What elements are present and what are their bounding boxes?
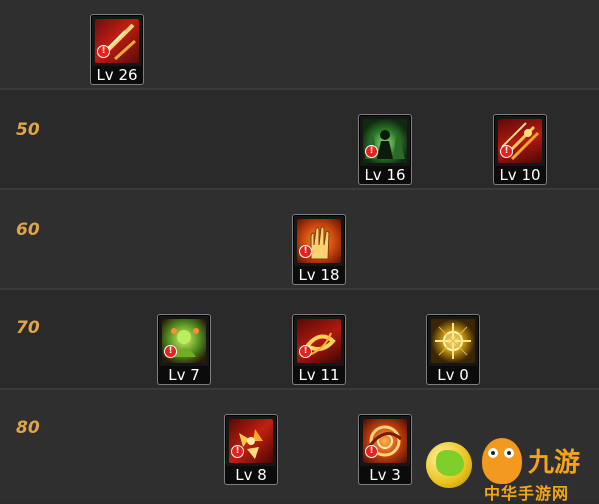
skill-frame: ! (292, 214, 346, 268)
skill-frame: ! (157, 314, 211, 368)
skill-level: Lv 18 (292, 266, 346, 285)
warning-icon: ! (97, 45, 110, 58)
light-burst-icon (431, 319, 475, 363)
warning-icon: ! (299, 345, 312, 358)
tier-level-label: 70 (16, 318, 40, 338)
watermark-leaf-icon (436, 450, 464, 476)
skill-level: Lv 3 (358, 466, 412, 485)
skill-slot[interactable]: ! Lv 18 (292, 214, 346, 286)
skill-level: Lv 10 (493, 166, 547, 185)
skill-level: Lv 16 (358, 166, 412, 185)
skill-slot[interactable]: ! Lv 11 (292, 314, 346, 386)
tier-level-label: 80 (16, 418, 40, 438)
skill-frame: ! (358, 414, 412, 468)
skill-level: Lv 26 (90, 66, 144, 85)
skill-frame (426, 314, 480, 368)
warning-icon: ! (299, 245, 312, 258)
skill-level: Lv 11 (292, 366, 346, 385)
skill-slot[interactable]: ! Lv 26 (90, 14, 144, 86)
skill-level: Lv 8 (224, 466, 278, 485)
watermark-title: 九游 (528, 448, 581, 478)
warning-icon: ! (500, 145, 513, 158)
tier-level-label: 50 (16, 120, 40, 140)
skill-slot[interactable]: ! Lv 16 (358, 114, 412, 186)
skill-frame: ! (292, 314, 346, 368)
skill-frame: ! (90, 14, 144, 68)
skill-slot[interactable]: ! Lv 7 (157, 314, 211, 386)
skill-frame: ! (493, 114, 547, 168)
watermark-subtitle: 中华手游网 (484, 484, 570, 503)
skill-frame: ! (358, 114, 412, 168)
skill-frame: ! (224, 414, 278, 468)
skill-slot[interactable]: ! Lv 3 (358, 414, 412, 486)
skill-level: Lv 7 (157, 366, 211, 385)
warning-icon: ! (231, 445, 244, 458)
site-watermark: 九游 中华手游网 (420, 428, 599, 503)
skill-slot[interactable]: ! Lv 10 (493, 114, 547, 186)
warning-icon: ! (164, 345, 177, 358)
warning-icon: ! (365, 445, 378, 458)
tier-level-label: 60 (16, 220, 40, 240)
watermark-mascot-icon (482, 438, 522, 484)
skill-slot[interactable]: ! Lv 8 (224, 414, 278, 486)
skill-level: Lv 0 (426, 366, 480, 385)
skill-slot[interactable]: Lv 0 (426, 314, 480, 386)
warning-icon: ! (365, 145, 378, 158)
